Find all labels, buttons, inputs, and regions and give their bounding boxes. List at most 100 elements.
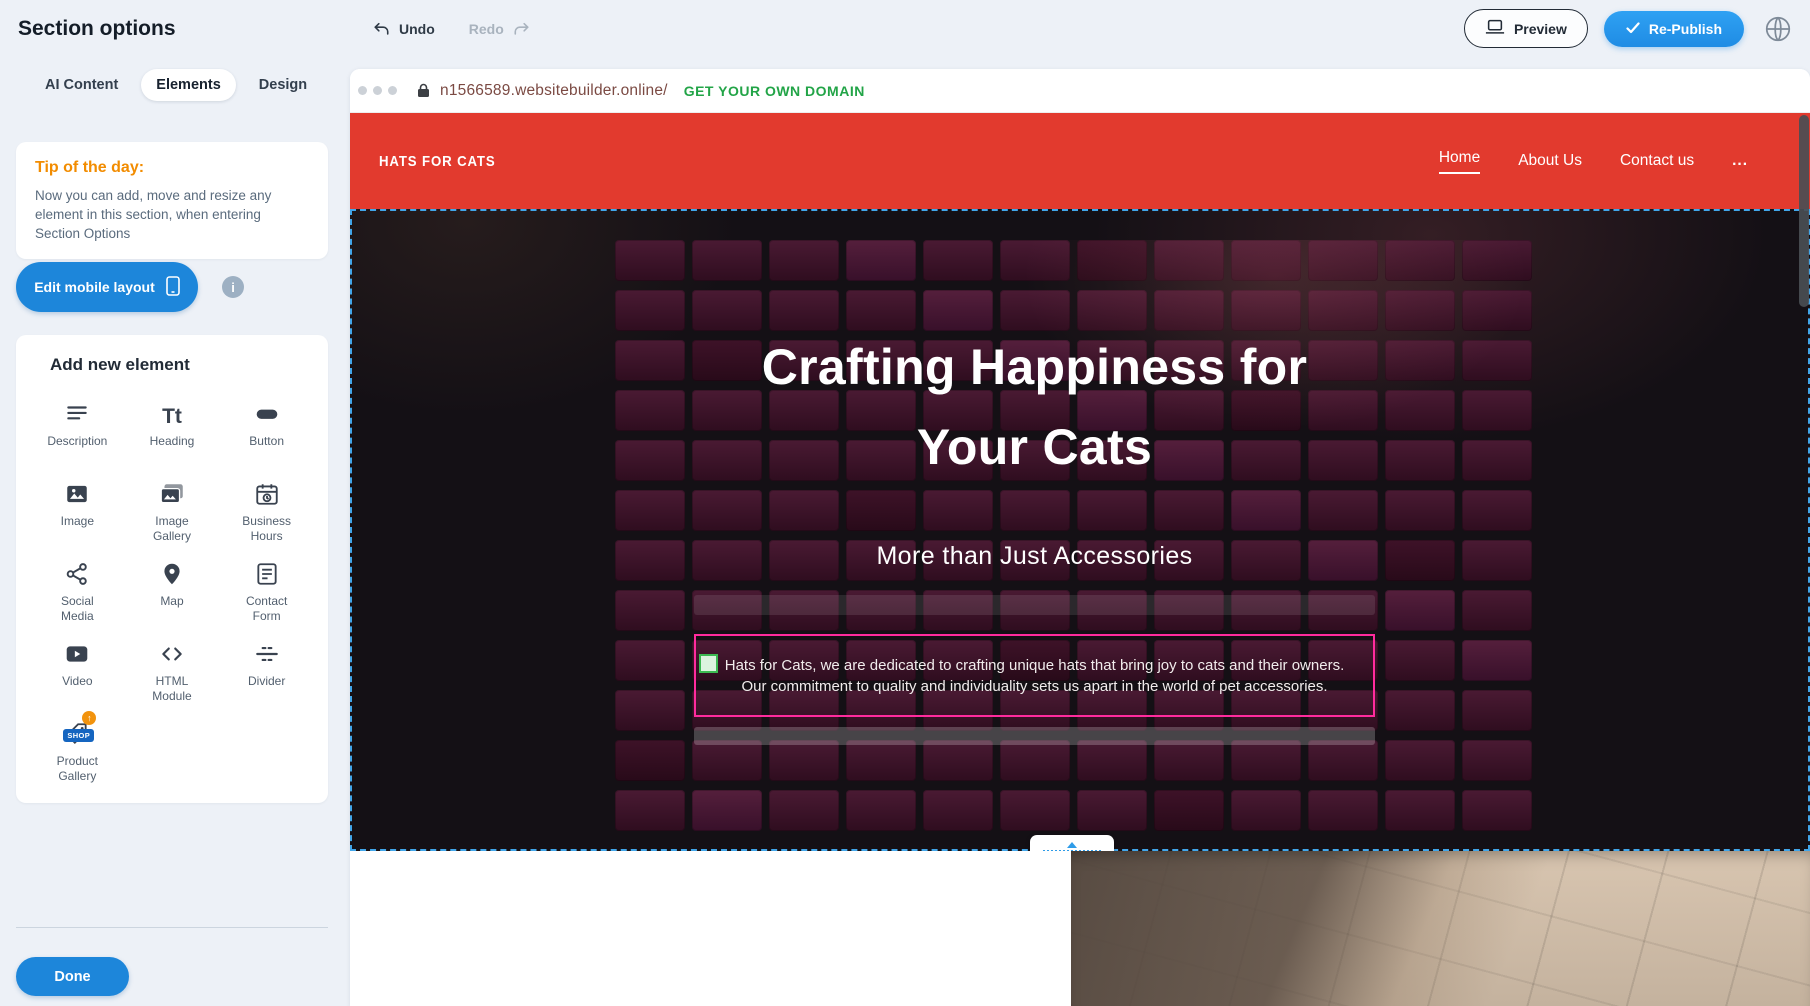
element-label: Social Media — [46, 594, 108, 623]
preview-button[interactable]: Preview — [1464, 9, 1588, 48]
site-nav: Home About Us Contact us... — [1439, 149, 1748, 174]
element-resize-handle[interactable] — [699, 654, 718, 673]
undo-icon — [372, 21, 391, 37]
element-video[interactable]: Video — [30, 627, 125, 707]
divider-icon — [254, 637, 280, 667]
globe-icon — [1763, 14, 1793, 44]
republish-label: Re-Publish — [1649, 21, 1722, 37]
arrow-up-icon — [1067, 842, 1077, 848]
done-button[interactable]: Done — [16, 957, 129, 996]
product-gallery-icon: SHOP↑ — [64, 717, 90, 747]
site-url: n1566589.websitebuilder.online/ — [440, 82, 668, 100]
check-icon — [1626, 21, 1640, 37]
contact-form-icon — [254, 557, 280, 587]
redo-button[interactable]: Redo — [469, 21, 531, 37]
element-social-media[interactable]: Social Media — [30, 547, 125, 627]
tip-title: Tip of the day: — [35, 159, 309, 177]
tab-design[interactable]: Design — [244, 69, 322, 101]
image-gallery-icon — [158, 477, 186, 507]
edit-mobile-layout-button[interactable]: Edit mobile layout — [16, 262, 198, 312]
nav-more[interactable]: ... — [1732, 152, 1748, 170]
element-image-gallery[interactable]: Image Gallery — [125, 467, 220, 547]
nav-contact-us[interactable]: Contact us — [1620, 152, 1694, 170]
get-your-own-domain-link[interactable]: GET YOUR OWN DOMAIN — [684, 83, 865, 99]
history-controls: Undo Redo — [372, 0, 531, 57]
upgrade-arrow-badge-icon: ↑ — [82, 711, 96, 725]
element-label: HTML Module — [141, 674, 203, 703]
section-options-sidebar: AI ContentElements Design Tip of the day:… — [0, 57, 350, 1006]
video-icon — [64, 637, 90, 667]
sidebar-tabs: AI ContentElements Design — [30, 69, 322, 101]
map-icon — [159, 557, 185, 587]
add-element-title: Add new element — [50, 355, 314, 375]
tab-ai-content[interactable]: AI Content — [30, 69, 133, 101]
element-label: Product Gallery — [46, 754, 108, 783]
sidebar-divider — [16, 927, 328, 928]
site-viewport: HATS FOR CATS HomeAbout UsContact us... … — [350, 113, 1810, 1006]
republish-button[interactable]: Re-Publish — [1604, 11, 1744, 47]
scrollbar-thumb[interactable] — [1799, 115, 1809, 307]
dotted-line — [1043, 850, 1101, 852]
element-label: Video — [62, 674, 92, 689]
next-section[interactable] — [350, 851, 1810, 1006]
next-section-image[interactable] — [1071, 851, 1810, 1006]
lock-icon — [417, 83, 430, 98]
element-label: Heading — [150, 434, 195, 449]
element-description[interactable]: Description — [30, 387, 125, 467]
business-hours-icon — [254, 477, 280, 507]
redo-icon — [512, 21, 531, 37]
mobile-layout-row: Edit mobile layout i — [16, 262, 244, 312]
language-globe-button[interactable] — [1760, 11, 1796, 47]
browser-preview-window: n1566589.websitebuilder.online/ GET YOUR… — [350, 69, 1810, 1006]
undo-button[interactable]: Undo — [372, 21, 435, 37]
nav-about-us[interactable]: About Us — [1518, 152, 1582, 170]
element-map[interactable]: Map — [125, 547, 220, 627]
tip-of-the-day-card: Tip of the day: Now you can add, move an… — [16, 142, 328, 259]
info-icon[interactable]: i — [222, 276, 244, 298]
selected-paragraph-element[interactable]: Hats for Cats, we are dedicated to craft… — [694, 634, 1375, 717]
redo-label: Redo — [469, 21, 504, 37]
image-icon — [64, 477, 90, 507]
ghost-element-bar — [694, 595, 1375, 615]
heading-icon: Tt — [162, 397, 182, 427]
element-label: Business Hours — [236, 514, 298, 543]
html-module-icon — [159, 637, 185, 667]
hero-title[interactable]: Crafting Happiness for Your Cats — [576, 327, 1493, 487]
element-heading[interactable]: Tt Heading — [125, 387, 220, 467]
edit-mobile-label: Edit mobile layout — [34, 279, 155, 295]
preview-label: Preview — [1514, 21, 1567, 37]
element-image[interactable]: Image — [30, 467, 125, 547]
undo-label: Undo — [399, 21, 435, 37]
element-html-module[interactable]: HTML Module — [125, 627, 220, 707]
page-title: Section options — [18, 17, 176, 41]
element-label: Map — [160, 594, 183, 609]
hero-title-line2: Your Cats — [576, 407, 1493, 487]
window-dot — [373, 86, 382, 95]
monitor-icon — [1485, 19, 1505, 38]
tip-body: Now you can add, move and resize any ele… — [35, 186, 309, 243]
hero-paragraph-line: Hats for Cats, we are dedicated to craft… — [708, 655, 1361, 676]
topbar-actions: Preview Re-Publish — [1464, 0, 1796, 57]
element-contact-form[interactable]: Contact Form — [219, 547, 314, 627]
site-header[interactable]: HATS FOR CATS Home About Us Contact us... — [350, 113, 1810, 209]
element-label: Image Gallery — [141, 514, 203, 543]
window-dot — [358, 86, 367, 95]
hero-paragraph-line: Our commitment to quality and individual… — [708, 676, 1361, 697]
element-business-hours[interactable]: Business Hours — [219, 467, 314, 547]
tab-elements[interactable]: Elements — [141, 69, 235, 101]
section-resize-handle[interactable] — [1030, 835, 1114, 851]
button-icon — [254, 397, 280, 427]
element-label: Divider — [248, 674, 285, 689]
hero-title-line1: Crafting Happiness for — [576, 327, 1493, 407]
element-grid: Description Tt Heading Button Image Image Gal… — [30, 387, 314, 787]
hero-subtitle[interactable]: More than Just Accessories — [576, 539, 1493, 573]
selected-hero-section[interactable]: Crafting Happiness for Your Cats More th… — [350, 209, 1810, 851]
element-product-gallery[interactable]: SHOP↑ Product Gallery — [30, 707, 125, 787]
nav-home[interactable]: Home — [1439, 149, 1480, 174]
social-media-icon — [64, 557, 90, 587]
window-control-dots — [358, 86, 397, 95]
ghost-element-bar — [694, 727, 1375, 745]
element-button[interactable]: Button — [219, 387, 314, 467]
element-divider[interactable]: Divider — [219, 627, 314, 707]
site-logo[interactable]: HATS FOR CATS — [379, 153, 496, 170]
